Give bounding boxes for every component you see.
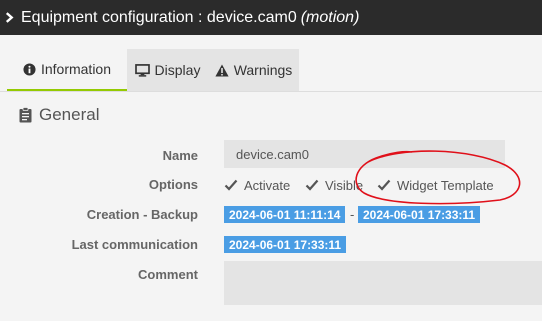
comment-textarea[interactable] [224,261,542,305]
tab-display[interactable]: Display [127,49,208,91]
info-circle-icon [23,62,36,76]
chevron-right-icon[interactable] [4,12,15,23]
activate-label: Activate [244,177,291,193]
checkmark-icon [305,179,319,191]
last-communication-badge: 2024-06-01 17:33:11 [224,236,347,253]
creation-backup-label: Creation - Backup [86,207,198,222]
activate-checkbox[interactable]: Activate [224,176,290,194]
page-subtitle: (motion) [300,8,360,26]
backup-date-badge: 2024-06-01 17:33:11 [358,206,481,223]
clipboard-icon [19,107,32,123]
name-input[interactable]: device.cam0 [224,140,505,168]
monitor-icon [134,63,150,77]
tab-information-label: Information [40,61,112,77]
checkmark-icon [377,179,391,191]
tab-bar: Information Display Warnings [0,49,542,91]
widget-template-label: Widget Template [397,177,494,193]
section-title: General [39,105,100,124]
widget-template-checkbox[interactable]: Widget Template [377,176,494,194]
tab-information[interactable]: Information [7,49,127,91]
warning-triangle-icon [215,64,229,76]
date-separator: - [350,207,355,222]
section-header: General [19,104,99,126]
last-communication-label: Last communication [71,237,198,252]
visible-label: Visible [325,177,364,193]
window-title-bar: Equipment configuration : device.cam0 (m… [0,0,542,35]
tab-warnings[interactable]: Warnings [208,49,299,91]
options-label: Options [148,177,198,192]
tab-divider [0,91,542,92]
page-title: Equipment configuration : device.cam0 [21,8,297,26]
tab-warnings-label: Warnings [233,62,293,78]
visible-checkbox[interactable]: Visible [305,176,363,194]
checkmark-icon [224,179,238,191]
creation-date-badge: 2024-06-01 11:11:14 [224,206,346,223]
name-label: Name [162,148,198,163]
tab-display-label: Display [154,62,201,78]
comment-label: Comment [138,267,198,282]
